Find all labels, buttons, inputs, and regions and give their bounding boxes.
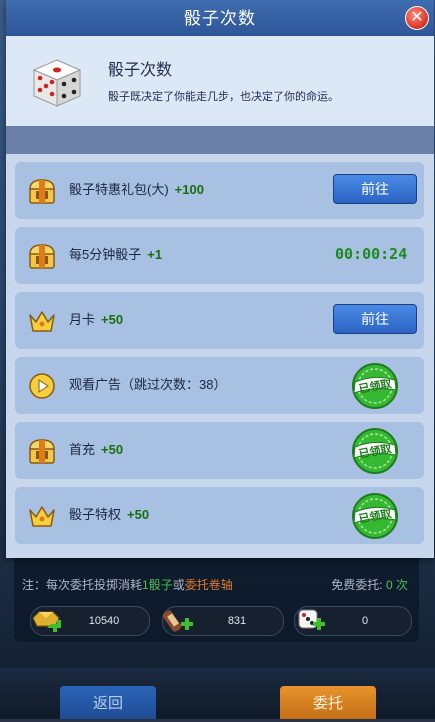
- row-title: 骰子特惠礼包(大): [69, 182, 169, 197]
- dice-icon: [298, 609, 325, 630]
- list-item: 每5分钟骰子 +1 00:00:24: [15, 227, 424, 284]
- list-item: 首充 +50 已领取: [15, 422, 424, 479]
- entrust-note: 注：每次委托投掷消耗1骰子或委托卷轴 免费委托: 0 次: [22, 576, 412, 596]
- row-bonus: +1: [147, 247, 163, 262]
- go-button[interactable]: 前往: [333, 174, 417, 204]
- note-green: 1骰子: [142, 578, 173, 592]
- row-bonus: +50: [101, 312, 124, 327]
- gift-chest-icon: [29, 439, 55, 464]
- resource-gold-value: 10540: [88, 615, 120, 627]
- list-item: 骰子特惠礼包(大) +100 前往: [15, 162, 424, 219]
- row-label: 每5分钟骰子 +1: [69, 246, 162, 264]
- row-label: 骰子特惠礼包(大) +100: [69, 181, 204, 199]
- back-button[interactable]: 返回: [60, 686, 156, 719]
- close-icon: ✕: [410, 9, 424, 26]
- play-circle-icon: [29, 373, 55, 399]
- row-label: 观看广告（跳过次数：38）: [69, 376, 226, 394]
- row-title: 首充: [69, 442, 96, 457]
- row-title: 月卡: [69, 312, 96, 327]
- free-value: 0 次: [385, 578, 408, 592]
- resource-dice-value: 0: [361, 615, 369, 627]
- claimed-stamp-icon: 已领取: [352, 428, 398, 474]
- crown-icon: [29, 311, 55, 332]
- info-title: 骰子次数: [108, 62, 173, 79]
- dice-count-modal: 骰子次数 ✕ 骰子次数 骰子既决定了你能走几步，也决定了你的命运。 骰子特惠礼包…: [6, 0, 434, 558]
- modal-title: 骰子次数: [6, 0, 434, 36]
- info-description: 骰子既决定了你能走几步，也决定了你的命运。: [108, 91, 339, 103]
- row-bonus: +50: [127, 507, 150, 522]
- dice-icon: [32, 59, 82, 107]
- row-title: 骰子特权: [69, 507, 122, 522]
- resource-scroll: 831: [162, 606, 284, 636]
- row-label: 月卡 +50: [69, 311, 123, 329]
- claimed-stamp-icon: 已领取: [352, 493, 398, 539]
- free-label: 免费委托:: [331, 578, 383, 592]
- resource-dice: 0: [294, 606, 412, 636]
- note-prefix: 注：每次委托投掷消耗: [22, 578, 143, 592]
- row-label: 首充 +50: [69, 441, 123, 459]
- list-item: 观看广告（跳过次数：38） 已领取: [15, 357, 424, 414]
- close-button[interactable]: ✕: [405, 6, 429, 30]
- gold-ingot-icon: [32, 611, 61, 632]
- note-orange: 委托卷轴: [184, 578, 233, 592]
- resource-gold: 10540: [30, 606, 150, 636]
- go-button[interactable]: 前往: [333, 304, 417, 334]
- row-label: 骰子特权 +50: [69, 506, 149, 524]
- scroll-icon: [162, 610, 193, 632]
- free-entrust: 免费委托: 0 次: [331, 576, 408, 593]
- row-bonus: +100: [174, 182, 204, 197]
- countdown-timer: 00:00:24: [335, 245, 408, 263]
- note-or: 或: [172, 578, 185, 592]
- info-panel: 骰子次数 骰子既决定了你能走几步，也决定了你的命运。: [6, 36, 434, 126]
- row-title: 每5分钟骰子: [69, 247, 142, 262]
- row-bonus: +50: [101, 442, 124, 457]
- entrust-button[interactable]: 委托: [280, 686, 376, 719]
- resource-scroll-value: 831: [227, 615, 247, 627]
- divider-band: [6, 126, 434, 154]
- list-item: 月卡 +50 前往: [15, 292, 424, 349]
- row-title: 观看广告（跳过次数：38）: [69, 377, 227, 392]
- gift-chest-icon: [29, 179, 55, 204]
- gift-chest-icon: [29, 244, 55, 269]
- list-item: 骰子特权 +50 已领取: [15, 487, 424, 544]
- dice-source-list: 骰子特惠礼包(大) +100 前往 每5分钟骰子 +1 00:00:24 月卡 +50…: [6, 154, 434, 558]
- crown-icon: [29, 506, 55, 527]
- claimed-stamp-icon: 已领取: [352, 363, 398, 409]
